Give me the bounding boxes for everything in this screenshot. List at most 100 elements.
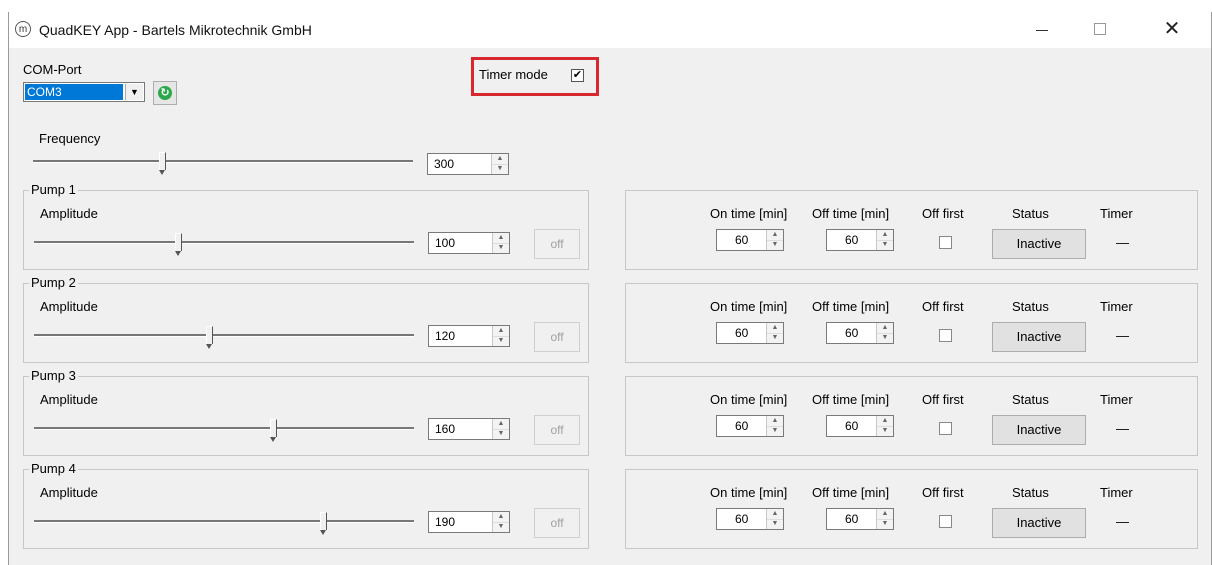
amplitude-slider-thumb[interactable] (205, 326, 213, 349)
off-time-spinbox[interactable]: 60 ▲ ▼ (826, 322, 894, 344)
on-time-spinbox[interactable]: 60 ▲ ▼ (716, 508, 784, 530)
spin-down-icon[interactable]: ▼ (767, 519, 783, 529)
refresh-button[interactable]: ↻ (153, 81, 177, 105)
status-button[interactable]: Inactive (992, 415, 1086, 445)
amplitude-value: 190 (435, 515, 456, 529)
pump-name: Pump 3 (29, 368, 78, 383)
com-port-select[interactable]: COM3 ▼ (23, 82, 145, 102)
frequency-spin-arrows[interactable]: ▲ ▼ (491, 154, 508, 174)
off-time-spin-arrows[interactable]: ▲ ▼ (876, 230, 893, 250)
off-first-checkbox[interactable] (939, 236, 952, 249)
amplitude-spinbox[interactable]: 160 ▲ ▼ (428, 418, 510, 440)
timer-header: Timer (1100, 206, 1133, 221)
pump-name: Pump 2 (29, 275, 78, 290)
off-first-checkbox[interactable] (939, 422, 952, 435)
amplitude-label: Amplitude (40, 299, 98, 314)
frequency-spinbox[interactable]: 300 ▲ ▼ (427, 153, 509, 175)
spin-down-icon[interactable]: ▼ (767, 333, 783, 343)
on-time-value: 60 (735, 419, 749, 433)
off-first-header: Off first (922, 392, 964, 407)
frequency-label: Frequency (39, 131, 101, 146)
amplitude-slider-track[interactable] (34, 520, 414, 523)
amplitude-spin-arrows[interactable]: ▲ ▼ (492, 419, 509, 439)
off-first-header: Off first (922, 206, 964, 221)
chevron-down-icon[interactable]: ▼ (125, 84, 143, 100)
off-time-spin-arrows[interactable]: ▲ ▼ (876, 323, 893, 343)
off-time-header: Off time [min] (812, 485, 890, 500)
off-time-spin-arrows[interactable]: ▲ ▼ (876, 509, 893, 529)
spin-down-icon[interactable]: ▼ (877, 333, 893, 343)
spin-down-icon[interactable]: ▼ (493, 243, 509, 253)
off-time-header: Off time [min] (812, 299, 890, 314)
pump-timer-panel: On time [min] Off time [min] Off first S… (625, 469, 1198, 549)
on-time-spinbox[interactable]: 60 ▲ ▼ (716, 322, 784, 344)
com-port-label: COM-Port (23, 62, 82, 77)
on-time-value: 60 (735, 326, 749, 340)
status-header: Status (1012, 485, 1049, 500)
timer-value: — (1116, 421, 1129, 436)
spin-down-icon[interactable]: ▼ (493, 522, 509, 532)
amplitude-slider-thumb[interactable] (319, 512, 327, 535)
on-time-spinbox[interactable]: 60 ▲ ▼ (716, 229, 784, 251)
on-time-spin-arrows[interactable]: ▲ ▼ (766, 416, 783, 436)
timer-header: Timer (1100, 485, 1133, 500)
status-button[interactable]: Inactive (992, 322, 1086, 352)
frequency-slider-track[interactable] (33, 160, 413, 163)
status-button[interactable]: Inactive (992, 229, 1086, 259)
amplitude-label: Amplitude (40, 485, 98, 500)
amplitude-spin-arrows[interactable]: ▲ ▼ (492, 326, 509, 346)
off-time-spinbox[interactable]: 60 ▲ ▼ (826, 508, 894, 530)
spin-down-icon[interactable]: ▼ (877, 519, 893, 529)
off-first-checkbox[interactable] (939, 515, 952, 528)
off-time-spinbox[interactable]: 60 ▲ ▼ (826, 229, 894, 251)
pump-off-button[interactable]: off (534, 415, 580, 445)
status-header: Status (1012, 206, 1049, 221)
timer-mode-checkbox[interactable]: ✔ (571, 69, 584, 82)
timer-header: Timer (1100, 392, 1133, 407)
spin-down-icon[interactable]: ▼ (493, 336, 509, 346)
amplitude-spinbox[interactable]: 190 ▲ ▼ (428, 511, 510, 533)
status-header: Status (1012, 392, 1049, 407)
amplitude-slider-track[interactable] (34, 241, 414, 244)
amplitude-spin-arrows[interactable]: ▲ ▼ (492, 512, 509, 532)
window-title: QuadKEY App - Bartels Mikrotechnik GmbH (39, 22, 312, 38)
timer-value: — (1116, 328, 1129, 343)
spin-down-icon[interactable]: ▼ (767, 240, 783, 250)
off-time-value: 60 (845, 419, 859, 433)
refresh-icon: ↻ (158, 86, 172, 100)
spin-down-icon[interactable]: ▼ (877, 240, 893, 250)
spin-down-icon[interactable]: ▼ (877, 426, 893, 436)
spin-down-icon[interactable]: ▼ (767, 426, 783, 436)
close-button[interactable]: ✕ (1149, 12, 1195, 46)
amplitude-spinbox[interactable]: 100 ▲ ▼ (428, 232, 510, 254)
off-first-header: Off first (922, 299, 964, 314)
on-time-spin-arrows[interactable]: ▲ ▼ (766, 323, 783, 343)
off-time-spinbox[interactable]: 60 ▲ ▼ (826, 415, 894, 437)
frequency-slider-thumb[interactable] (159, 152, 167, 175)
status-button[interactable]: Inactive (992, 508, 1086, 538)
amplitude-slider-thumb[interactable] (270, 419, 278, 442)
on-time-spin-arrows[interactable]: ▲ ▼ (766, 509, 783, 529)
pump-timer-panel: On time [min] Off time [min] Off first S… (625, 376, 1198, 456)
minimize-button[interactable] (1019, 12, 1065, 46)
amplitude-slider-track[interactable] (34, 427, 414, 430)
on-time-spin-arrows[interactable]: ▲ ▼ (766, 230, 783, 250)
on-time-header: On time [min] (710, 299, 788, 314)
maximize-button[interactable] (1077, 12, 1123, 46)
amplitude-spinbox[interactable]: 120 ▲ ▼ (428, 325, 510, 347)
amplitude-slider-thumb[interactable] (175, 233, 183, 256)
pump-group: Pump 1 Amplitude 100 ▲ ▼ off (23, 182, 589, 270)
pump-off-button[interactable]: off (534, 229, 580, 259)
spin-down-icon[interactable]: ▼ (492, 164, 508, 174)
pump-off-button[interactable]: off (534, 322, 580, 352)
off-first-checkbox[interactable] (939, 329, 952, 342)
spin-down-icon[interactable]: ▼ (493, 429, 509, 439)
off-time-value: 60 (845, 326, 859, 340)
amplitude-spin-arrows[interactable]: ▲ ▼ (492, 233, 509, 253)
amplitude-slider-track[interactable] (34, 334, 414, 337)
off-time-spin-arrows[interactable]: ▲ ▼ (876, 416, 893, 436)
on-time-spinbox[interactable]: 60 ▲ ▼ (716, 415, 784, 437)
app-window: m QuadKEY App - Bartels Mikrotechnik Gmb… (8, 12, 1212, 565)
pump-group: Pump 3 Amplitude 160 ▲ ▼ off (23, 368, 589, 456)
pump-off-button[interactable]: off (534, 508, 580, 538)
